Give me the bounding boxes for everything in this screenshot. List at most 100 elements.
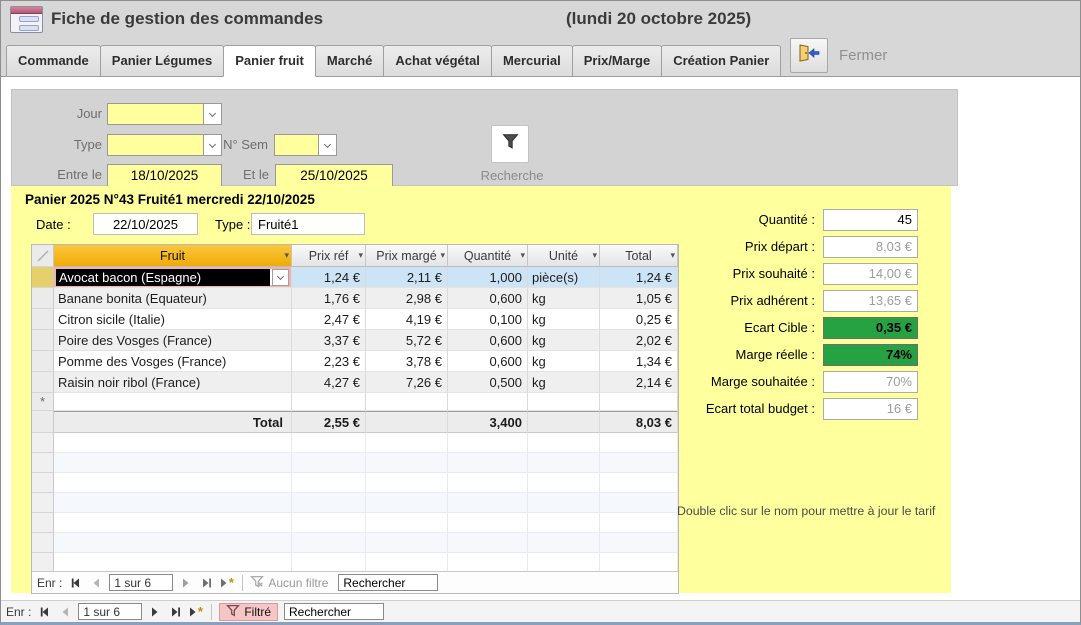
cell-prix-ref[interactable]: 2,23 € bbox=[292, 351, 366, 372]
column-dropdown-icon[interactable]: ▾ bbox=[670, 250, 675, 261]
cell-fruit[interactable]: Banane bonita (Equateur) bbox=[54, 288, 292, 309]
cell-prix-ref[interactable]: 2,47 € bbox=[292, 309, 366, 330]
cell-fruit[interactable]: Pomme des Vosges (France) bbox=[54, 351, 292, 372]
empty-cell[interactable] bbox=[292, 393, 366, 411]
cell-prix-ref[interactable]: 4,27 € bbox=[292, 372, 366, 393]
empty-cell[interactable] bbox=[528, 393, 600, 411]
record-next-button[interactable] bbox=[146, 603, 164, 620]
tab-achat-vegetal[interactable]: Achat végétal bbox=[383, 45, 492, 77]
empty-cell[interactable] bbox=[366, 393, 448, 411]
table-row[interactable]: Pomme des Vosges (France)2,23 €3,78 €0,6… bbox=[32, 351, 678, 372]
cell-quantite[interactable]: 0,600 bbox=[448, 330, 528, 351]
record-selector[interactable] bbox=[32, 351, 54, 372]
table-row[interactable]: Poire des Vosges (France)3,37 €5,72 €0,6… bbox=[32, 330, 678, 351]
column-header-total[interactable]: Total▾ bbox=[600, 245, 678, 267]
record-last-button[interactable] bbox=[197, 574, 215, 591]
record-selector[interactable] bbox=[32, 267, 54, 288]
cell-unite[interactable]: kg bbox=[528, 330, 600, 351]
tab-panier-legumes[interactable]: Panier Légumes bbox=[100, 45, 224, 77]
record-prev-button[interactable] bbox=[56, 603, 74, 620]
record-first-button[interactable] bbox=[67, 574, 85, 591]
chevron-down-icon[interactable] bbox=[203, 104, 221, 124]
cell-unite[interactable]: kg bbox=[528, 372, 600, 393]
cell-unite[interactable]: kg bbox=[528, 288, 600, 309]
datasheet-corner-selector[interactable] bbox=[32, 245, 54, 267]
record-new-button[interactable]: * bbox=[186, 603, 204, 620]
column-dropdown-icon[interactable]: ▾ bbox=[520, 250, 525, 261]
tab-mercurial[interactable]: Mercurial bbox=[491, 45, 573, 77]
search-filter-button[interactable] bbox=[491, 125, 529, 163]
date-from-field[interactable]: 18/10/2025 bbox=[107, 164, 222, 187]
cell-fruit[interactable]: Citron sicile (Italie) bbox=[54, 309, 292, 330]
table-row[interactable]: Citron sicile (Italie)2,47 €4,19 €0,100k… bbox=[32, 309, 678, 330]
cell-prix-marge[interactable]: 3,78 € bbox=[366, 351, 448, 372]
record-prev-button[interactable] bbox=[87, 574, 105, 591]
record-search-input[interactable]: Rechercher bbox=[338, 574, 438, 591]
type-combobox[interactable] bbox=[107, 134, 222, 156]
cell-prix-ref[interactable]: 3,37 € bbox=[292, 330, 366, 351]
cell-fruit[interactable]: Poire des Vosges (France) bbox=[54, 330, 292, 351]
cell-prix-ref[interactable]: 1,24 € bbox=[292, 267, 366, 288]
cell-unite[interactable]: kg bbox=[528, 309, 600, 330]
basket-type-field[interactable]: Fruité1 bbox=[251, 213, 365, 235]
cell-total[interactable]: 2,14 € bbox=[600, 372, 678, 393]
filtered-indicator[interactable]: Filtré bbox=[219, 603, 278, 621]
cell-quantite[interactable]: 0,600 bbox=[448, 288, 528, 309]
record-selector[interactable] bbox=[32, 372, 54, 393]
cell-prix-ref[interactable]: 1,76 € bbox=[292, 288, 366, 309]
tab-commande[interactable]: Commande bbox=[6, 45, 101, 77]
fruit-combo-button[interactable] bbox=[272, 269, 289, 286]
tab-creation-panier[interactable]: Création Panier bbox=[661, 45, 781, 77]
close-form-button[interactable] bbox=[790, 38, 828, 73]
record-selector[interactable] bbox=[32, 309, 54, 330]
cell-total[interactable]: 1,24 € bbox=[600, 267, 678, 288]
tab-marche[interactable]: Marché bbox=[315, 45, 385, 77]
cell-unite[interactable]: pièce(s) bbox=[528, 267, 600, 288]
cell-prix-marge[interactable]: 2,11 € bbox=[366, 267, 448, 288]
table-row[interactable]: Raisin noir ribol (France)4,27 €7,26 €0,… bbox=[32, 372, 678, 393]
cell-total[interactable]: 1,34 € bbox=[600, 351, 678, 372]
cell-unite[interactable]: kg bbox=[528, 351, 600, 372]
empty-cell[interactable] bbox=[448, 393, 528, 411]
cell-total[interactable]: 0,25 € bbox=[600, 309, 678, 330]
column-header-unite[interactable]: Unité▾ bbox=[528, 245, 600, 267]
record-selector[interactable] bbox=[32, 288, 54, 309]
record-first-button[interactable] bbox=[36, 603, 54, 620]
cell-total[interactable]: 1,05 € bbox=[600, 288, 678, 309]
column-header-prix-ref[interactable]: Prix réf▾ bbox=[292, 245, 366, 267]
column-dropdown-icon[interactable]: ▾ bbox=[358, 250, 363, 261]
cell-prix-marge[interactable]: 4,19 € bbox=[366, 309, 448, 330]
no-filter-indicator[interactable]: Aucun filtre bbox=[250, 575, 328, 591]
date-to-field[interactable]: 25/10/2025 bbox=[275, 164, 393, 187]
table-row[interactable]: Banane bonita (Equateur)1,76 €2,98 €0,60… bbox=[32, 288, 678, 309]
cell-quantite[interactable]: 0,500 bbox=[448, 372, 528, 393]
empty-cell[interactable] bbox=[600, 393, 678, 411]
quantite-field[interactable]: 45 bbox=[823, 209, 918, 231]
cell-fruit[interactable]: Avocat bacon (Espagne) bbox=[54, 267, 292, 288]
tab-prix-marge[interactable]: Prix/Marge bbox=[572, 45, 662, 77]
record-new-button[interactable]: * bbox=[217, 574, 235, 591]
cell-prix-marge[interactable]: 2,98 € bbox=[366, 288, 448, 309]
cell-quantite[interactable]: 0,100 bbox=[448, 309, 528, 330]
record-position-box[interactable]: 1 sur 6 bbox=[109, 574, 173, 591]
column-dropdown-icon[interactable]: ▾ bbox=[592, 250, 597, 261]
record-search-input[interactable]: Rechercher bbox=[284, 603, 384, 620]
chevron-down-icon[interactable] bbox=[318, 135, 336, 155]
new-record-row[interactable]: * bbox=[32, 393, 678, 411]
column-header-fruit[interactable]: Fruit▾ bbox=[54, 245, 292, 267]
jour-combobox[interactable] bbox=[107, 103, 222, 125]
cell-total[interactable]: 2,02 € bbox=[600, 330, 678, 351]
column-dropdown-icon[interactable]: ▾ bbox=[440, 250, 445, 261]
cell-prix-marge[interactable]: 7,26 € bbox=[366, 372, 448, 393]
record-next-button[interactable] bbox=[177, 574, 195, 591]
table-row[interactable]: Avocat bacon (Espagne)1,24 €2,11 €1,000p… bbox=[32, 267, 678, 288]
column-header-quantite[interactable]: Quantité▾ bbox=[448, 245, 528, 267]
num-sem-combobox[interactable] bbox=[274, 134, 337, 156]
column-dropdown-icon[interactable]: ▾ bbox=[284, 250, 289, 261]
record-position-box[interactable]: 1 sur 6 bbox=[78, 603, 142, 620]
empty-cell[interactable] bbox=[54, 393, 292, 411]
cell-quantite[interactable]: 0,600 bbox=[448, 351, 528, 372]
basket-date-field[interactable]: 22/10/2025 bbox=[93, 213, 198, 235]
record-last-button[interactable] bbox=[166, 603, 184, 620]
record-selector[interactable] bbox=[32, 330, 54, 351]
